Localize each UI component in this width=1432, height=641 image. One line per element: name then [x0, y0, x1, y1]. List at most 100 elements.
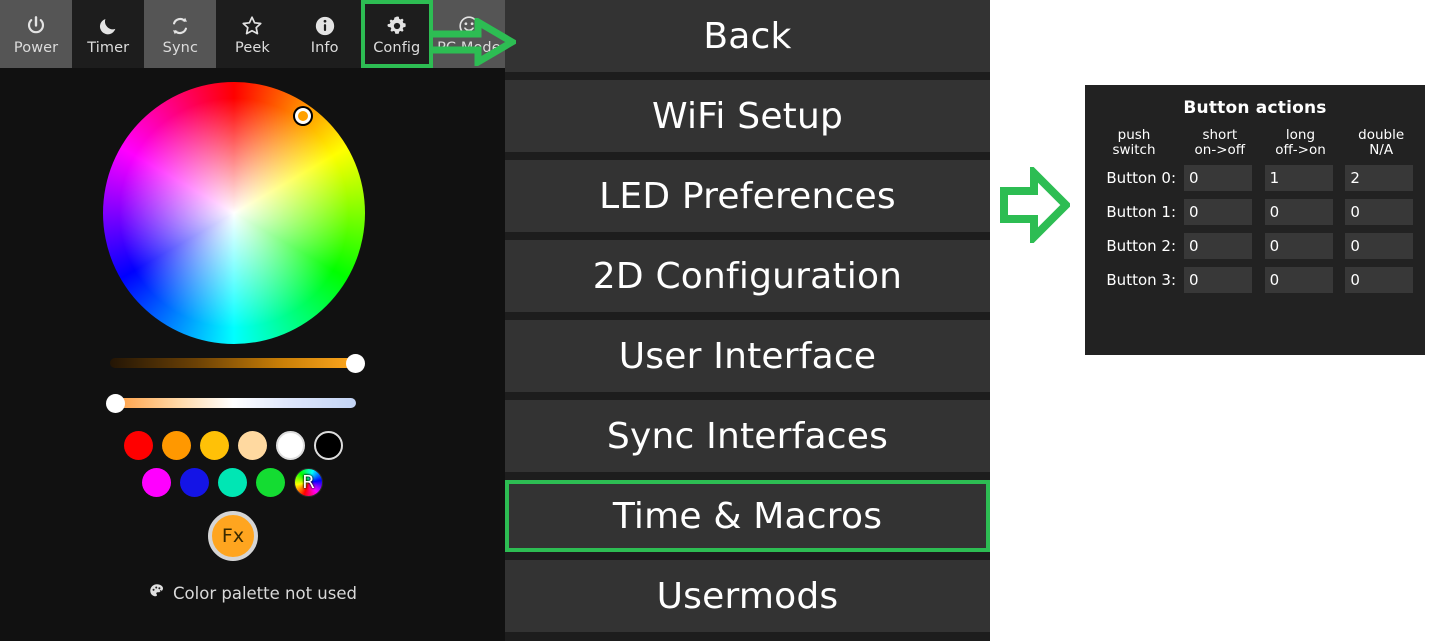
button-1-action-0-input[interactable]	[1184, 199, 1252, 225]
color-temperature-slider-knob[interactable]	[106, 393, 125, 413]
menu-item-back[interactable]: Back	[505, 0, 990, 72]
button-3-action-2-input[interactable]	[1345, 267, 1414, 293]
button-0-action-0-input[interactable]	[1184, 165, 1252, 191]
quick-color-row-2: R	[142, 468, 323, 497]
button-0-action-2-input[interactable]	[1345, 165, 1414, 191]
cell	[1344, 232, 1418, 260]
column-header-line1: double	[1358, 127, 1405, 143]
toolbar-button-label: Peek	[235, 39, 270, 56]
color-wheel-gradient[interactable]	[103, 82, 365, 344]
menu-item-label: Usermods	[656, 575, 839, 617]
button-actions-panel: Button actions push switch short on->off lon…	[1085, 85, 1425, 355]
menu-item-user-interface[interactable]: User Interface	[505, 320, 990, 392]
cell	[1264, 266, 1338, 294]
menu-item-label: Sync Interfaces	[606, 415, 889, 457]
table-header-row: push switch short on->off long off->on double N…	[1092, 128, 1418, 158]
quick-color-blue[interactable]	[180, 468, 209, 497]
table-row: Button 1:	[1092, 198, 1418, 226]
menu-item-label: Back	[703, 15, 792, 57]
menu-item-sync-interfaces[interactable]: Sync Interfaces	[505, 400, 990, 472]
toolbar-button-label: Info	[310, 39, 339, 56]
color-temperature-slider[interactable]	[106, 393, 356, 413]
quick-color-red[interactable]	[124, 431, 153, 460]
column-header-1: short on->off	[1183, 128, 1257, 158]
menu-item-led-preferences[interactable]: LED Preferences	[505, 160, 990, 232]
button-actions-title: Button actions	[1183, 98, 1327, 118]
column-header-line2: N/A	[1369, 142, 1394, 158]
star-icon	[240, 13, 264, 39]
button-row-label-1: Button 1:	[1106, 203, 1176, 221]
moon-icon	[97, 13, 119, 39]
quick-color-magenta[interactable]	[142, 468, 171, 497]
menu-item-2d-configuration[interactable]: 2D Configuration	[505, 240, 990, 312]
button-0-action-1-input[interactable]	[1264, 165, 1333, 191]
cell	[1344, 266, 1418, 294]
color-control-panel: Power Timer Sync Peek Info Config PC Mode R Fx	[0, 0, 505, 641]
button-1-action-2-input[interactable]	[1345, 199, 1414, 225]
button-1-action-1-input[interactable]	[1264, 199, 1333, 225]
toolbar-button-info[interactable]: Info	[288, 0, 361, 68]
button-row-label-0: Button 0:	[1106, 169, 1176, 187]
quick-color-green[interactable]	[256, 468, 285, 497]
menu-item-wifi-setup[interactable]: WiFi Setup	[505, 80, 990, 152]
info-icon	[314, 13, 336, 39]
table-row: Button 2:	[1092, 232, 1418, 260]
table-row: Button 3:	[1092, 266, 1418, 294]
arrow-to-button-actions-icon	[1000, 163, 1072, 247]
cell	[1183, 164, 1257, 192]
cell	[1344, 198, 1418, 226]
column-header-2: long off->on	[1264, 128, 1338, 158]
button-2-action-1-input[interactable]	[1264, 233, 1333, 259]
button-2-action-0-input[interactable]	[1184, 233, 1252, 259]
sync-icon	[169, 13, 191, 39]
quick-color-rainbow-label: R	[302, 471, 315, 493]
toolbar-button-config[interactable]: Config	[360, 0, 433, 68]
button-3-action-0-input[interactable]	[1184, 267, 1252, 293]
toolbar-button-sync[interactable]: Sync	[144, 0, 217, 68]
cell	[1344, 164, 1418, 192]
palette-status: Color palette not used	[0, 582, 505, 604]
column-header-3: double N/A	[1344, 128, 1418, 158]
menu-item-label: WiFi Setup	[651, 95, 844, 137]
quick-color-peach[interactable]	[238, 431, 267, 460]
toolbar-button-timer[interactable]: Timer	[72, 0, 145, 68]
toolbar-button-label: Timer	[87, 39, 130, 56]
cell	[1264, 164, 1338, 192]
quick-color-spring-green[interactable]	[218, 468, 247, 497]
gear-icon	[386, 13, 408, 39]
toolbar-button-power[interactable]: Power	[0, 0, 73, 68]
cell	[1183, 232, 1257, 260]
cell	[1183, 198, 1257, 226]
button-2-action-2-input[interactable]	[1345, 233, 1414, 259]
quick-color-black[interactable]	[314, 431, 343, 460]
power-icon	[25, 13, 47, 39]
menu-item-usermods[interactable]: Usermods	[505, 560, 990, 632]
app-root: Power Timer Sync Peek Info Config PC Mode R Fx	[0, 0, 1432, 641]
column-header-line2: off->on	[1275, 142, 1326, 158]
brightness-slider[interactable]	[110, 353, 365, 373]
menu-item-label: Time & Macros	[612, 495, 883, 537]
button-3-action-1-input[interactable]	[1264, 267, 1333, 293]
table-body: Button 0: Button 1: Button 2: Button 3:	[1092, 164, 1418, 294]
toolbar-button-label: Power	[13, 39, 59, 56]
quick-color-amber[interactable]	[200, 431, 229, 460]
fx-button[interactable]: Fx	[208, 511, 258, 561]
toolbar-button-label: Config	[373, 39, 421, 56]
cell	[1264, 198, 1338, 226]
table-row: Button 0:	[1092, 164, 1418, 192]
menu-item-time-macros[interactable]: Time & Macros	[505, 480, 990, 552]
cell	[1183, 266, 1257, 294]
palette-status-text: Color palette not used	[173, 583, 357, 603]
quick-color-orange[interactable]	[162, 431, 191, 460]
color-wheel[interactable]	[103, 82, 365, 344]
menu-item-label: User Interface	[618, 335, 877, 377]
column-header-0: push switch	[1092, 128, 1176, 158]
toolbar-button-peek[interactable]: Peek	[216, 0, 289, 68]
quick-color-white[interactable]	[276, 431, 305, 460]
arrow-to-pc-mode-icon	[420, 15, 519, 70]
brightness-slider-knob[interactable]	[346, 353, 365, 373]
column-header-line1: push	[1117, 127, 1151, 143]
color-wheel-marker[interactable]	[295, 108, 311, 124]
button-actions-table: push switch short on->off long off->on double N…	[1085, 122, 1425, 300]
quick-color-rainbow[interactable]: R	[294, 468, 323, 497]
